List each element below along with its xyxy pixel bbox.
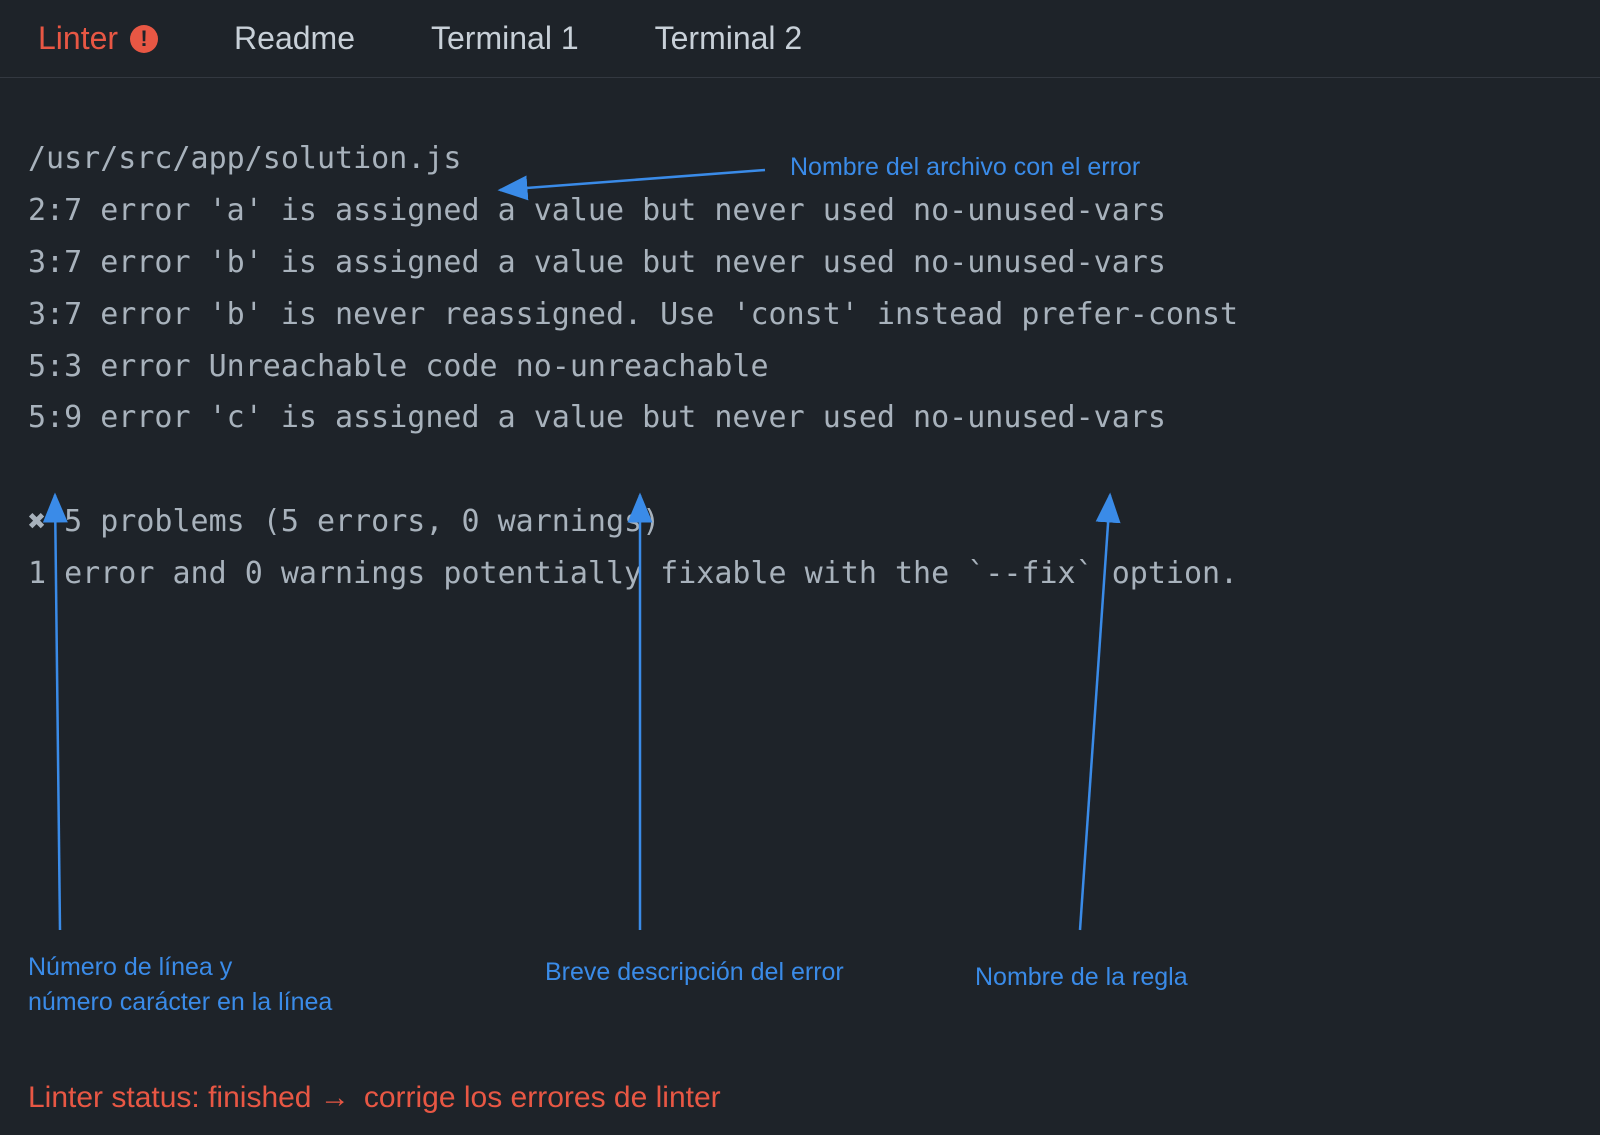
lint-error-line: 3:7 error 'b' is assigned a value but ne… — [28, 237, 1572, 289]
lint-error-line: 3:7 error 'b' is never reassigned. Use '… — [28, 289, 1572, 341]
annotation-position: Número de línea y número carácter en la … — [28, 950, 332, 1020]
tab-terminal-1[interactable]: Terminal 1 — [393, 0, 617, 77]
summary-block: ✖ 5 problems (5 errors, 0 warnings) 1 er… — [28, 496, 1572, 600]
tab-bar: Linter ! Readme Terminal 1 Terminal 2 — [0, 0, 1600, 78]
linter-status: Linter status: finished → — [28, 1081, 350, 1115]
tab-linter[interactable]: Linter ! — [0, 0, 196, 77]
tab-label: Terminal 2 — [655, 20, 803, 57]
summary-fixable: 1 error and 0 warnings potentially fixab… — [28, 548, 1572, 600]
summary-problems: ✖ 5 problems (5 errors, 0 warnings) — [28, 496, 1572, 548]
annotation-description: Breve descripción del error — [545, 955, 844, 990]
lint-error-list: 2:7 error 'a' is assigned a value but ne… — [28, 185, 1572, 444]
lint-error-line: 5:9 error 'c' is assigned a value but ne… — [28, 392, 1572, 444]
tab-readme[interactable]: Readme — [196, 0, 393, 77]
lint-error-line: 5:3 error Unreachable code no-unreachabl… — [28, 341, 1572, 393]
annotation-rule: Nombre de la regla — [975, 960, 1188, 995]
error-badge-icon: ! — [130, 25, 158, 53]
lint-error-line: 2:7 error 'a' is assigned a value but ne… — [28, 185, 1572, 237]
linter-status-note: corrige los errores de linter — [364, 1081, 721, 1115]
tab-label: Readme — [234, 20, 355, 57]
tab-label: Linter — [38, 20, 118, 57]
linter-output: /usr/src/app/solution.js 2:7 error 'a' i… — [0, 78, 1600, 600]
file-path: /usr/src/app/solution.js — [28, 133, 1572, 185]
tab-label: Terminal 1 — [431, 20, 579, 57]
tab-terminal-2[interactable]: Terminal 2 — [617, 0, 841, 77]
status-bar: Linter status: finished → corrige los er… — [28, 1081, 721, 1115]
